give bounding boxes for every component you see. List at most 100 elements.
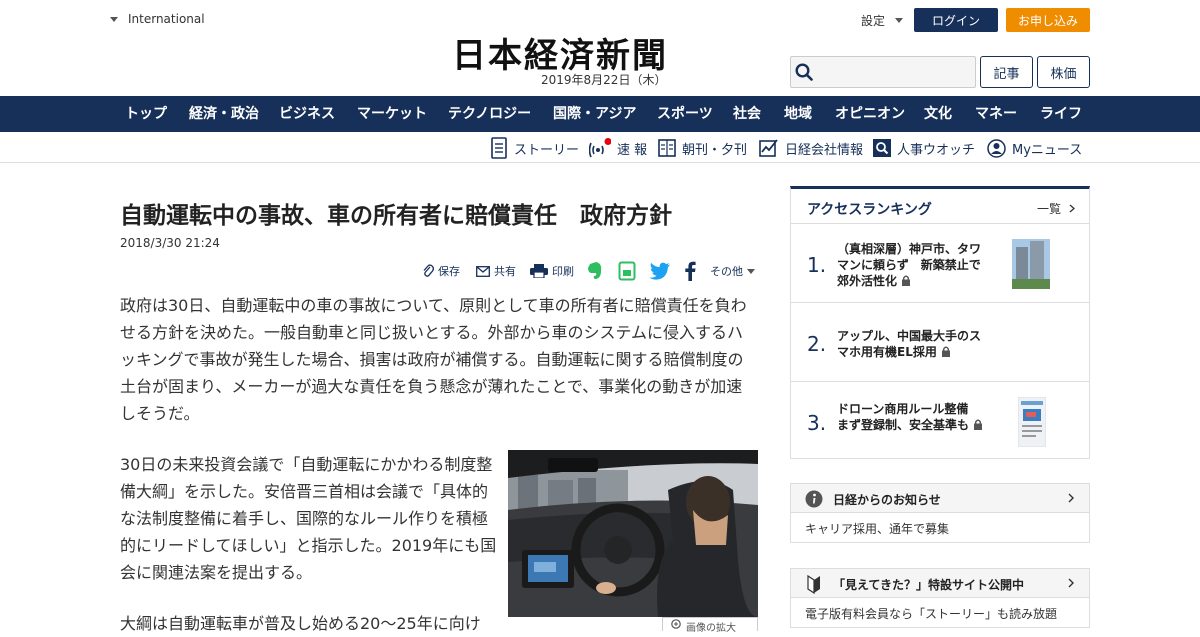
subnav-papers[interactable]: 朝刊・夕刊 [658, 137, 747, 159]
nav-money[interactable]: マネー [975, 96, 1017, 132]
notice-title: 日経からのお知らせ [833, 493, 941, 507]
caret-down-icon [747, 268, 755, 274]
site-header: International 日本経済新聞 2019年8月22日（木） 設定 ログ… [0, 0, 1200, 96]
ranking-headline: アップル、中国最大手のスマホ用有機EL採用 [837, 329, 982, 359]
ranking-thumbnail [1018, 397, 1046, 447]
notice-header: 「見えてきた？」特設サイト公開中 [791, 569, 1089, 598]
print-label: 印刷 [552, 265, 574, 278]
settings-label: 設定 [861, 14, 886, 28]
subnav-story[interactable]: ストーリー [490, 137, 579, 159]
ranking-number: 3. [807, 411, 827, 435]
article-tools: 保存 共有 印刷 その他 [420, 260, 760, 282]
facebook-icon[interactable] [684, 260, 696, 282]
printer-icon [530, 264, 548, 278]
search-icon[interactable] [795, 63, 813, 81]
subnav-my-news[interactable]: Myニュース [987, 137, 1082, 159]
international-label: International [128, 12, 205, 26]
subscribe-button[interactable]: お申し込み [1006, 8, 1090, 32]
subnav-personnel-watch[interactable]: 人事ウオッチ [873, 137, 975, 159]
article-date: 2018/3/30 21:24 [120, 236, 220, 250]
chart-edit-icon [759, 139, 778, 157]
international-selector[interactable]: International [110, 12, 205, 26]
header-date: 2019年8月22日（木） [541, 73, 667, 87]
evernote-icon[interactable] [586, 260, 604, 282]
save-label: 保存 [438, 265, 460, 278]
notice-body: キャリア採用、通年で募集 [805, 522, 950, 536]
ranking-thumbnail [1012, 239, 1050, 289]
subnav-personnel-watch-label: 人事ウオッチ [897, 142, 976, 158]
subnav-story-label: ストーリー [514, 142, 580, 158]
document-icon [491, 137, 507, 159]
settings-menu[interactable]: 設定 [861, 12, 904, 29]
lock-icon [974, 419, 983, 430]
nav-economy-politics[interactable]: 経済・政治 [189, 96, 259, 132]
zoom-label: 画像の拡大 [686, 623, 736, 634]
ranking-item[interactable]: 2. アップル、中国最大手のスマホ用有機EL採用 [791, 304, 1089, 382]
chevron-right-icon [1069, 204, 1075, 213]
save-button[interactable]: 保存 [422, 260, 460, 282]
ranking-more-link[interactable]: 一覧 [1037, 200, 1075, 217]
nav-business[interactable]: ビジネス [279, 96, 335, 132]
special-site-box[interactable]: 「見えてきた？」特設サイト公開中 電子版有料会員なら「ストーリー」も読み放題 [790, 568, 1090, 628]
subnav-breaking-label: 速 報 [617, 142, 648, 158]
nav-society[interactable]: 社会 [733, 96, 761, 132]
login-button[interactable]: ログイン [914, 8, 998, 32]
articles-search-button[interactable]: 記事 [980, 56, 1033, 88]
zoom-in-icon [671, 619, 681, 629]
info-icon [805, 490, 823, 508]
ranking-item[interactable]: 3. ドローン商用ルール整備 まず登録制、安全基準も [791, 383, 1089, 461]
share-label: 共有 [494, 265, 516, 278]
subnav-company-info-label: 日経会社情報 [785, 142, 864, 158]
print-button[interactable]: 印刷 [530, 260, 574, 282]
subnav-breaking[interactable]: 速 報 [589, 137, 647, 159]
nav-market[interactable]: マーケット [357, 96, 427, 132]
chevron-right-icon [1068, 493, 1074, 503]
twitter-icon[interactable] [649, 260, 671, 282]
nav-sports[interactable]: スポーツ [657, 96, 713, 132]
alert-dot-icon [604, 138, 611, 145]
chevron-right-icon [1068, 578, 1074, 588]
nav-top[interactable]: トップ [125, 96, 167, 132]
broadcast-icon [589, 138, 611, 158]
stocks-search-button[interactable]: 株価 [1037, 56, 1090, 88]
subnav-my-news-label: Myニュース [1012, 142, 1083, 158]
article-paragraph: 大綱は自動運転車が普及し始める20～25年に向け [120, 614, 481, 633]
ranking-headline: ドローン商用ルール整備 まず登録制、安全基準も [837, 401, 985, 433]
nav-international-asia[interactable]: 国際・アジア [553, 96, 636, 132]
site-logo[interactable]: 日本経済新聞 [452, 28, 668, 77]
search-input[interactable] [790, 56, 976, 88]
ranking-number: 1. [807, 253, 827, 277]
subnav-papers-label: 朝刊・夕刊 [682, 142, 748, 158]
share-button[interactable]: 共有 [476, 260, 516, 282]
nikkei-notice-box[interactable]: 日経からのお知らせ キャリア採用、通年で募集 [790, 483, 1090, 543]
ranking-more-label: 一覧 [1037, 202, 1062, 216]
beginner-mark-icon [807, 574, 820, 594]
nav-region[interactable]: 地域 [784, 96, 812, 132]
magnifier-icon [873, 139, 891, 157]
paperclip-icon [423, 264, 434, 277]
more-label: その他 [710, 265, 743, 278]
article-photo[interactable] [508, 450, 758, 617]
notice-header: 日経からのお知らせ [791, 484, 1089, 513]
zoom-image-button[interactable]: 画像の拡大 [662, 617, 758, 634]
notice-body: 電子版有料会員なら「ストーリー」も読み放題 [805, 607, 1058, 621]
nav-technology[interactable]: テクノロジー [448, 96, 531, 132]
lock-icon [941, 346, 950, 357]
nav-life[interactable]: ライフ [1040, 96, 1082, 132]
nav-opinion[interactable]: オピニオン [835, 96, 905, 132]
user-icon [987, 138, 1006, 158]
notice-title: 「見えてきた？」特設サイト公開中 [833, 578, 1025, 592]
ranking-header: アクセスランキング 一覧 [791, 189, 1089, 224]
more-tools-button[interactable]: その他 [710, 260, 755, 282]
ranking-title: アクセスランキング [807, 202, 932, 218]
subnav-company-info[interactable]: 日経会社情報 [759, 137, 863, 159]
caret-down-icon [110, 16, 118, 22]
ranking-number: 2. [807, 332, 827, 356]
nav-culture[interactable]: 文化 [924, 96, 952, 132]
access-ranking: アクセスランキング 一覧 1. （真相深層）神戸市、タワマンに頼らず 新築禁止で… [790, 186, 1090, 459]
article-lead: 政府は30日、自動運転中の車の事故について、原則として車の所有者に賠償責任を負わ… [120, 296, 747, 423]
article-title: 自動運転中の事故、車の所有者に賠償責任 政府方針 [120, 203, 672, 229]
ranking-item[interactable]: 1. （真相深層）神戸市、タワマンに頼らず 新築禁止で郊外活性化 [791, 225, 1089, 303]
lock-icon [902, 275, 911, 286]
clip-note-icon[interactable] [618, 260, 636, 282]
